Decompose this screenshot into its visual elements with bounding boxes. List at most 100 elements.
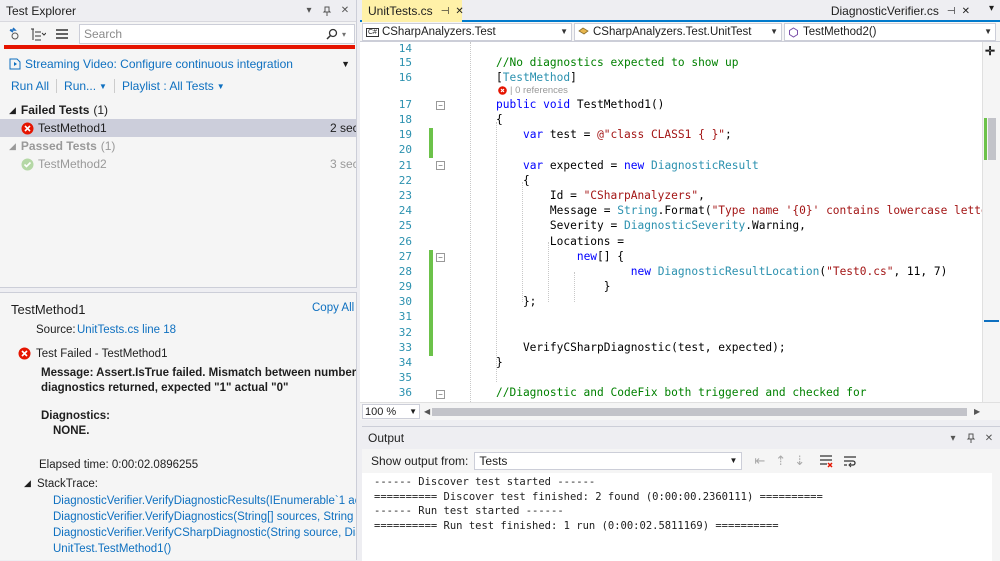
expand-triangle-icon[interactable]: ◢ — [9, 105, 16, 116]
scroll-left-icon[interactable]: ◀ — [424, 407, 430, 416]
line-number: 33 — [398, 341, 412, 354]
failed-tests-group[interactable]: ◢ Failed Tests (1) — [0, 101, 356, 119]
chevron-down-icon[interactable]: ▼ — [341, 59, 350, 69]
codelens-references[interactable]: | 0 references — [510, 85, 568, 96]
failed-icon — [18, 347, 31, 360]
vertical-scrollbar[interactable]: ✛ — [982, 42, 1000, 402]
expand-triangle-icon[interactable]: ◢ — [24, 478, 31, 489]
scrollbar-change-marker — [984, 118, 987, 160]
output-line: ------ Run test started ------ — [374, 505, 564, 517]
search-dropdown-icon[interactable]: ▾ — [342, 30, 354, 39]
scrollbar-thumb[interactable] — [988, 118, 996, 160]
line-number: 15 — [398, 56, 412, 69]
test-result-progress-bar — [4, 45, 355, 49]
line-number: 35 — [398, 371, 412, 384]
passed-group-count: (1) — [100, 139, 116, 153]
code-line: }; — [496, 295, 537, 308]
close-icon[interactable]: ✕ — [982, 431, 996, 445]
class-dropdown[interactable]: CSharpAnalyzers.Test.UnitTest ▼ — [574, 23, 782, 41]
output-source-dropdown[interactable]: Tests ▼ — [474, 452, 743, 470]
code-line: var test = @"class CLASS1 { }"; — [522, 128, 732, 141]
source-link[interactable]: UnitTests.cs line 18 — [77, 324, 176, 336]
find-message-icon[interactable]: ⇤ — [754, 453, 765, 469]
pin-icon[interactable] — [964, 431, 978, 445]
class-icon — [578, 27, 590, 37]
search-box: ▾ — [79, 24, 355, 44]
test-duration: 3 sec — [330, 157, 356, 171]
run-all-link[interactable]: Run All — [11, 79, 49, 93]
output-toolbar: Show output from: Tests ▼ ⇤ ⇡ ⇣ — [362, 449, 1000, 473]
class-label: CSharpAnalyzers.Test.UnitTest — [593, 26, 752, 38]
chevron-down-icon: ▼ — [729, 456, 738, 465]
run-dropdown-icon[interactable]: ▼ — [99, 82, 107, 91]
playlist-header[interactable]: Streaming Video: Configure continuous in… — [0, 55, 356, 73]
next-message-icon[interactable]: ⇣ — [794, 453, 805, 469]
line-number: 26 — [398, 235, 412, 248]
csharp-project-icon: C# — [366, 27, 379, 37]
playlist-dropdown-icon[interactable]: ▼ — [217, 82, 225, 91]
scrollbar-caret-marker — [984, 320, 999, 322]
tab-label: DiagnosticVerifier.cs — [830, 4, 939, 18]
tab-overflow-icon[interactable]: ▾ — [989, 3, 994, 14]
code-line: { — [496, 113, 503, 126]
playlist-options-icon[interactable] — [52, 24, 72, 44]
window-menu-icon[interactable]: ▾ — [946, 431, 960, 445]
group-by-icon[interactable] — [28, 24, 48, 44]
playlist-link[interactable]: Playlist : All Tests — [122, 79, 214, 93]
zoom-dropdown[interactable]: 100 % ▼ — [362, 404, 420, 419]
line-number: 34 — [398, 356, 412, 369]
passed-tests-group[interactable]: ◢ Passed Tests (1) — [0, 137, 356, 155]
expand-triangle-icon[interactable]: ◢ — [9, 141, 16, 152]
pin-icon[interactable]: ⊣ — [441, 6, 450, 17]
pin-icon[interactable] — [320, 4, 334, 18]
stack-frame-link[interactable]: DiagnosticVerifier.VerifyCSharpDiagnosti… — [53, 527, 356, 539]
code-text-area[interactable]: − − − − 14 15//No diagnostics expected t… — [360, 42, 982, 402]
stack-frame-link[interactable]: DiagnosticVerifier.VerifyDiagnosticResul… — [53, 495, 356, 507]
chevron-down-icon: ▼ — [984, 27, 992, 36]
close-tab-icon[interactable]: ✕ — [962, 6, 970, 17]
playlist-header-link[interactable]: Streaming Video: Configure continuous in… — [25, 57, 293, 71]
tab-unittests[interactable]: UnitTests.cs ⊣ ✕ — [362, 0, 464, 22]
test-row-passed[interactable]: TestMethod2 3 sec — [0, 155, 356, 173]
close-tab-icon[interactable]: ✕ — [455, 6, 463, 17]
code-line: new DiagnosticResultLocation("Test0.cs",… — [630, 265, 948, 278]
test-explorer-titlebar: Test Explorer ▾ ✕ — [0, 0, 356, 22]
search-input[interactable] — [84, 27, 326, 41]
failed-icon — [498, 86, 507, 95]
pin-icon[interactable]: ⊣ — [947, 6, 956, 17]
stack-frame-link[interactable]: DiagnosticVerifier.VerifyDiagnostics(Str… — [53, 511, 356, 523]
window-menu-icon[interactable]: ▾ — [302, 4, 316, 18]
clear-all-icon[interactable] — [819, 454, 833, 468]
horizontal-scrollbar-thumb[interactable] — [432, 408, 967, 416]
code-line: Message = String.Format("Type name '{0}'… — [496, 204, 982, 217]
project-dropdown[interactable]: C# CSharpAnalyzers.Test ▼ — [362, 23, 572, 41]
test-explorer-panel: Test Explorer ▾ ✕ ▾ Streaming Video: Con… — [0, 0, 357, 560]
tab-diagnosticverifier[interactable]: DiagnosticVerifier.cs ⊣ ✕ — [831, 0, 970, 22]
copy-all-link[interactable]: Copy All — [312, 302, 354, 314]
search-icon[interactable] — [326, 28, 342, 40]
code-editor: UnitTests.cs ⊣ ✕ DiagnosticVerifier.cs ⊣… — [360, 0, 1000, 420]
line-number: 19 — [398, 128, 412, 141]
split-editor-icon[interactable]: ✛ — [985, 44, 995, 58]
passed-icon — [21, 158, 34, 171]
word-wrap-icon[interactable] — [843, 454, 857, 468]
previous-message-icon[interactable]: ⇡ — [775, 453, 786, 469]
zoom-value: 100 % — [365, 405, 397, 418]
chevron-down-icon: ▼ — [409, 407, 417, 416]
output-line: ========== Run test finished: 1 run (0:0… — [374, 519, 779, 532]
output-title: Output — [368, 431, 405, 445]
code-line: VerifyCSharpDiagnostic(test, expected); — [496, 341, 786, 354]
scroll-right-icon[interactable]: ▶ — [974, 407, 980, 416]
member-dropdown[interactable]: TestMethod2() ▼ — [784, 23, 996, 41]
method-icon — [788, 26, 799, 38]
show-output-from-label: Show output from: — [371, 454, 469, 468]
output-text-area[interactable]: ------ Discover test started ------ ====… — [362, 473, 992, 561]
output-scrollbar[interactable] — [992, 473, 1000, 561]
refresh-tests-icon[interactable] — [4, 24, 24, 44]
diagnostics-value: NONE. — [53, 425, 90, 437]
stack-frame-link[interactable]: UnitTest.TestMethod1() — [53, 543, 171, 555]
run-link[interactable]: Run... — [64, 79, 96, 93]
close-icon[interactable]: ✕ — [338, 4, 352, 18]
line-number: 28 — [398, 265, 412, 278]
test-row-failed[interactable]: TestMethod1 2 sec — [0, 119, 356, 137]
